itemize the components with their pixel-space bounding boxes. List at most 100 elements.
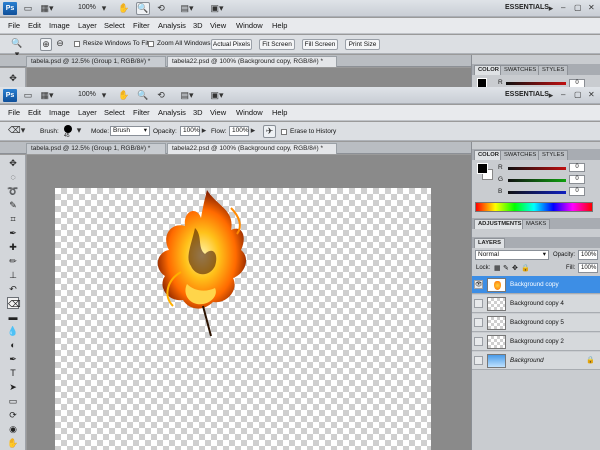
back-tab-tabela[interactable]: tabela.psd @ 12.5% (Group 1, RGB/8#) * (26, 56, 166, 67)
menu-window[interactable]: Window (236, 21, 263, 30)
layer-row[interactable]: Background 🔒 (472, 352, 600, 370)
tab-tabela22[interactable]: tabela22.psd @ 100% (Background copy, RG… (167, 143, 337, 154)
green-channel-value[interactable]: 0 (569, 175, 585, 184)
menu-view[interactable]: View (210, 108, 226, 117)
layer-row[interactable]: Background copy 5 (472, 314, 600, 332)
back-tab-color[interactable]: COLOR (474, 65, 503, 75)
lock-image-icon[interactable]: ✎ (503, 264, 509, 272)
quick-selection-tool-icon[interactable]: ✎ (7, 199, 19, 211)
shape-tool-icon[interactable]: ▭ (7, 395, 19, 407)
tab-color[interactable]: COLOR (474, 150, 503, 160)
fill-screen-button[interactable]: Fill Screen (302, 39, 338, 50)
marquee-tool-icon[interactable]: ◌ (7, 171, 19, 183)
red-channel-slider[interactable] (508, 167, 566, 170)
close-button[interactable]: ✕ (588, 3, 595, 12)
red-channel-value[interactable]: 0 (569, 163, 585, 172)
zoom-tool-icon[interactable]: 🔍 (137, 90, 149, 101)
menu-filter[interactable]: Filter (133, 108, 150, 117)
menu-help[interactable]: Help (272, 108, 287, 117)
color-spectrum-bar[interactable] (475, 202, 593, 212)
back-tab-tabela22[interactable]: tabela22.psd @ 100% (Background copy, RG… (167, 56, 337, 67)
back-r-slider[interactable] (506, 82, 566, 85)
minimize-button[interactable]: – (561, 3, 565, 12)
brush-picker-dropdown-icon[interactable]: ▾ (75, 125, 83, 136)
menu-edit[interactable]: Edit (28, 21, 41, 30)
workspace-switcher[interactable]: ESSENTIALS (505, 91, 549, 98)
zoom-tool-icon[interactable]: 🔍 (136, 2, 150, 15)
brush-tool-icon[interactable]: ✏ (7, 255, 19, 267)
maximize-button[interactable]: ▢ (574, 90, 582, 99)
visibility-toggle[interactable] (474, 356, 483, 365)
zoom-dropdown-icon[interactable]: ▾ (100, 90, 108, 101)
view-extras-icon[interactable]: ▦▾ (40, 90, 54, 101)
layer-row[interactable]: Background copy 4 (472, 295, 600, 313)
flow-field[interactable]: 100% (229, 126, 249, 136)
history-brush-tool-icon[interactable]: ↶ (7, 283, 19, 295)
mode-select[interactable]: Brush ▾ (110, 126, 150, 136)
lasso-tool-icon[interactable]: ➰ (7, 185, 19, 197)
workspace-dropdown-icon[interactable]: ▸ (547, 3, 555, 14)
menu-filter[interactable]: Filter (133, 21, 150, 30)
layer-opacity-field[interactable]: 100% (578, 250, 598, 260)
back-move-tool-icon[interactable]: ✥ (7, 72, 19, 84)
lock-transparency-icon[interactable]: ▦ (494, 264, 501, 272)
arrange-documents-icon[interactable]: ▤▾ (180, 90, 194, 101)
tab-swatches[interactable]: SWATCHES (500, 150, 541, 160)
blue-channel-slider[interactable] (508, 191, 566, 194)
path-selection-tool-icon[interactable]: ➤ (7, 381, 19, 393)
menu-view[interactable]: View (210, 21, 226, 30)
menu-file[interactable]: File (8, 21, 20, 30)
workspace-switcher[interactable]: ESSENTIALS (505, 4, 549, 11)
menu-select[interactable]: Select (104, 108, 125, 117)
eyedropper-tool-icon[interactable]: ✒ (7, 227, 19, 239)
workspace-dropdown-icon[interactable]: ▸ (547, 90, 555, 101)
pen-tool-icon[interactable]: ✒ (7, 353, 19, 365)
zoom-level[interactable]: 100% (78, 91, 96, 98)
back-tab-swatches[interactable]: SWATCHES (500, 65, 541, 75)
screen-mode-icon[interactable]: ▣▾ (210, 90, 224, 101)
menu-analysis[interactable]: Analysis (158, 108, 186, 117)
view-extras-icon[interactable]: ▦▾ (40, 3, 54, 14)
move-tool-icon[interactable]: ✥ (7, 157, 19, 169)
menu-layer[interactable]: Layer (78, 21, 97, 30)
foreground-color-swatch[interactable] (477, 163, 488, 174)
menu-image[interactable]: Image (49, 108, 70, 117)
resize-windows-checkbox[interactable] (74, 41, 80, 47)
arrange-documents-icon[interactable]: ▤▾ (180, 3, 194, 14)
eraser-preset-icon[interactable]: ⌫▾ (8, 125, 25, 136)
healing-brush-tool-icon[interactable]: ✚ (7, 241, 19, 253)
hand-tool-icon[interactable]: ✋ (118, 3, 130, 14)
blue-channel-value[interactable]: 0 (569, 187, 585, 196)
visibility-toggle[interactable] (474, 299, 483, 308)
zoom-level[interactable]: 100% (78, 4, 96, 11)
menu-3d[interactable]: 3D (193, 21, 203, 30)
eraser-tool-icon[interactable]: ⌫ (7, 297, 21, 309)
layer-row[interactable]: 👁 Background copy (472, 276, 600, 294)
type-tool-icon[interactable]: T (7, 367, 19, 379)
close-button[interactable]: ✕ (588, 90, 595, 99)
tab-tabela[interactable]: tabela.psd @ 12.5% (Group 1, RGB/8#) * (26, 143, 166, 154)
rotate-view-icon[interactable]: ⟲ (155, 90, 167, 101)
zoom-all-windows-checkbox[interactable] (148, 41, 154, 47)
menu-analysis[interactable]: Analysis (158, 21, 186, 30)
hand-tool-icon[interactable]: ✋ (118, 90, 130, 101)
screen-mode-icon[interactable]: ▣▾ (210, 3, 224, 14)
menu-file[interactable]: File (8, 108, 20, 117)
zoom-dropdown-icon[interactable]: ▾ (100, 3, 108, 14)
minimize-button[interactable]: – (561, 90, 565, 99)
airbrush-icon[interactable]: ✈ (263, 125, 276, 138)
zoom-out-icon[interactable]: ⊖ (54, 38, 66, 49)
menu-image[interactable]: Image (49, 21, 70, 30)
3d-rotate-tool-icon[interactable]: ⟳ (7, 409, 19, 421)
menu-select[interactable]: Select (104, 21, 125, 30)
tab-adjustments[interactable]: ADJUSTMENTS (474, 219, 526, 229)
fit-screen-button[interactable]: Fit Screen (259, 39, 295, 50)
zoom-preset-icon[interactable]: 🔍▾ (10, 38, 24, 59)
menu-edit[interactable]: Edit (28, 108, 41, 117)
gradient-tool-icon[interactable]: ▬ (7, 311, 19, 323)
menu-window[interactable]: Window (236, 108, 263, 117)
print-size-button[interactable]: Print Size (345, 39, 380, 50)
lock-position-icon[interactable]: ✥ (512, 264, 518, 272)
3d-orbit-tool-icon[interactable]: ◉ (7, 423, 19, 435)
bridge-icon[interactable]: ▭ (22, 90, 34, 101)
